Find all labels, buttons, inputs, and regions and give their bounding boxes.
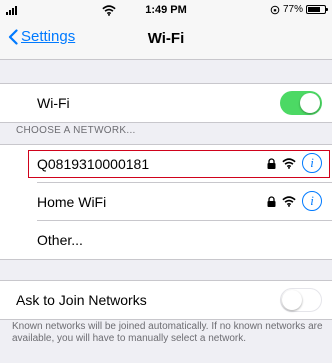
wifi-label: Wi-Fi	[37, 95, 70, 111]
other-network-row[interactable]: Other...	[0, 221, 332, 259]
battery-percent: 77%	[282, 4, 303, 15]
other-network-label: Other...	[37, 232, 83, 248]
ask-to-join-label: Ask to Join Networks	[16, 292, 147, 308]
network-icons: i	[267, 153, 322, 173]
navigation-bar: Settings Wi-Fi	[0, 20, 332, 60]
wifi-toggle-group: Wi-Fi	[0, 83, 332, 123]
lock-icon	[267, 157, 276, 169]
network-row[interactable]: Home WiFi i	[0, 183, 332, 221]
network-name: Home WiFi	[37, 194, 107, 210]
battery-fill	[308, 7, 321, 12]
status-right: 77%	[270, 4, 328, 15]
info-icon[interactable]: i	[302, 153, 322, 173]
wifi-signal-icon	[282, 195, 296, 207]
page-title: Wi-Fi	[147, 30, 185, 47]
info-icon[interactable]: i	[302, 191, 322, 211]
section-header: CHOOSE A NETWORK...	[16, 125, 136, 136]
footer-text: Known networks will be joined automatica…	[12, 321, 323, 344]
wifi-signal-icon	[282, 157, 296, 169]
ask-to-join-group: Ask to Join Networks	[0, 280, 332, 320]
lock-icon	[267, 195, 276, 207]
toggle-knob	[300, 93, 320, 113]
network-row[interactable]: Q0819310000181 i	[0, 145, 332, 183]
battery-icon	[306, 5, 328, 14]
ask-to-join-toggle[interactable]	[280, 288, 322, 312]
rotation-lock-icon	[270, 5, 280, 14]
toggle-knob	[281, 289, 302, 310]
ask-to-join-row: Ask to Join Networks	[0, 281, 332, 319]
networks-group: Q0819310000181 i Home WiFi i Other...	[0, 144, 332, 260]
network-name: Q0819310000181	[37, 156, 150, 172]
wifi-toggle[interactable]	[280, 91, 322, 115]
status-bar: 1:49 PM 77%	[0, 0, 332, 20]
network-icons: i	[267, 191, 322, 211]
wifi-toggle-row: Wi-Fi	[0, 84, 332, 122]
